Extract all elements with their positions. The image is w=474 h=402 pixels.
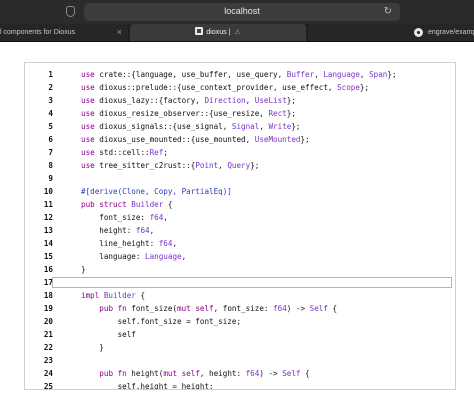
code-line[interactable]: 20 self.font_size = font_size; — [25, 315, 455, 328]
code-line[interactable]: 16} — [25, 263, 455, 276]
code-text: use dioxus_lazy::{factory, Direction, Us… — [81, 96, 296, 105]
code-text: #[derive(Clone, Copy, PartialEq)] — [81, 187, 232, 196]
line-number: 17 — [43, 278, 53, 287]
code-line[interactable]: 25 self.height = height; — [25, 380, 455, 390]
code-line[interactable]: 2 use dioxus::prelude::{use_context_provi… — [25, 81, 455, 94]
tab-components[interactable]: l components for Dioxus × — [0, 24, 128, 41]
code-line[interactable]: 10 #[derive(Clone, Copy, PartialEq)] — [25, 185, 455, 198]
line-number: 22 — [43, 343, 53, 352]
code-line[interactable]: 1 use crate::{language, use_buffer, use_q… — [25, 68, 455, 81]
line-number: 2 — [48, 83, 53, 92]
code-text: } — [81, 343, 104, 352]
line-number: 20 — [43, 317, 53, 326]
code-line[interactable]: 8 use tree_sitter_c2rust::{Point, Query}; — [25, 159, 455, 172]
code-line[interactable]: 21 self — [25, 328, 455, 341]
line-number: 23 — [43, 356, 53, 365]
code-line[interactable]: 7 use std::cell::Ref; — [25, 146, 455, 159]
code-line[interactable]: 24 pub fn height(mut self, height: f64) … — [25, 367, 455, 380]
warning-icon: ⚠ — [234, 29, 241, 36]
code-line[interactable]: 12 font_size: f64, — [25, 211, 455, 224]
code-line[interactable]: 19 pub fn font_size(mut self, font_size:… — [25, 302, 455, 315]
code-text: } — [81, 265, 86, 274]
code-line[interactable]: 18 impl Builder { — [25, 289, 455, 302]
code-text: use tree_sitter_c2rust::{Point, Query}; — [81, 161, 260, 170]
code-text: use dioxus_signals::{use_signal, Signal,… — [81, 122, 301, 131]
code-text: self.font_size = font_size; — [81, 317, 242, 326]
code-line[interactable]: 5 use dioxus_signals::{use_signal, Signal… — [25, 120, 455, 133]
code-line[interactable]: 4 use dioxus_resize_observer::{use_resize… — [25, 107, 455, 120]
code-text: pub fn height(mut self, height: f64) -> … — [99, 369, 310, 378]
code-text: line_height: f64, — [81, 239, 178, 248]
code-text: pub struct Builder { — [81, 200, 173, 209]
line-number: 1 — [48, 70, 53, 79]
line-number: 15 — [43, 252, 53, 261]
line-number: 10 — [43, 187, 53, 196]
line-number: 14 — [43, 239, 53, 248]
github-icon — [414, 28, 423, 37]
line-number: 21 — [43, 330, 53, 339]
code-line[interactable]: 6 use dioxus_use_mounted::{use_mounted, U… — [25, 133, 455, 146]
code-text: font_size: f64, — [81, 213, 168, 222]
code-text: use dioxus_use_mounted::{use_mounted, Us… — [81, 135, 310, 144]
line-number: 4 — [48, 109, 53, 118]
line-number: 3 — [48, 96, 53, 105]
line-number: 13 — [43, 226, 53, 235]
tab-label: dioxus | — [206, 29, 233, 36]
code-text: use dioxus::prelude::{use_context_provid… — [81, 83, 370, 92]
line-number: 7 — [48, 148, 53, 157]
line-number: 19 — [43, 304, 53, 313]
code-text: use std::cell::Ref; — [81, 148, 168, 157]
code-editor[interactable]: 1 use crate::{language, use_buffer, use_q… — [24, 62, 456, 390]
code-text: impl Builder { — [81, 291, 146, 300]
code-text: use crate::{language, use_buffer, use_qu… — [81, 70, 397, 79]
tab-engrave[interactable]: engrave/example — [308, 24, 474, 41]
code-line[interactable]: 22 } — [25, 341, 455, 354]
code-text: self.height = height; — [81, 382, 214, 390]
code-line[interactable]: 3 use dioxus_lazy::{factory, Direction, U… — [25, 94, 455, 107]
tab-dioxus[interactable]: dioxus | ⚠ — [130, 24, 306, 41]
code-text: language: Language, — [81, 252, 187, 261]
code-line[interactable]: 23 — [25, 354, 455, 367]
line-number: 12 — [43, 213, 53, 222]
line-number: 5 — [48, 122, 53, 131]
tab-label: engrave/example — [428, 29, 474, 36]
line-number: 18 — [43, 291, 53, 300]
line-number: 24 — [43, 369, 53, 378]
code-line[interactable]: 14 line_height: f64, — [25, 237, 455, 250]
line-number: 9 — [48, 174, 53, 183]
code-text: use dioxus_resize_observer::{use_resize,… — [81, 109, 296, 118]
tab-bar: l components for Dioxus × dioxus | ⚠ eng… — [0, 24, 474, 42]
code-line[interactable]: 13 height: f64, — [25, 224, 455, 237]
code-line[interactable]: 11 pub struct Builder { — [25, 198, 455, 211]
line-number: 16 — [43, 265, 53, 274]
code-line[interactable]: 17 — [25, 276, 455, 289]
active-line-highlight — [52, 277, 452, 288]
code-line[interactable]: 15 language: Language, — [25, 250, 455, 263]
line-number: 8 — [48, 161, 53, 170]
browser-toolbar: localhost ↻ — [0, 0, 474, 24]
reload-icon[interactable]: ↻ — [384, 6, 392, 18]
line-number: 6 — [48, 135, 53, 144]
code-text: self — [81, 330, 136, 339]
code-text: height: f64, — [81, 226, 155, 235]
line-number: 25 — [43, 382, 53, 390]
code-line[interactable]: 9 — [25, 172, 455, 185]
shield-icon[interactable] — [66, 6, 75, 17]
tab-label: l components for Dioxus — [0, 29, 76, 36]
dioxus-favicon-icon — [195, 27, 204, 35]
url-text: localhost — [224, 6, 260, 16]
code-text: pub fn font_size(mut self, font_size: f6… — [99, 304, 338, 313]
line-number: 11 — [43, 200, 53, 209]
address-bar[interactable]: localhost ↻ — [84, 3, 400, 21]
close-icon[interactable]: × — [117, 24, 122, 41]
